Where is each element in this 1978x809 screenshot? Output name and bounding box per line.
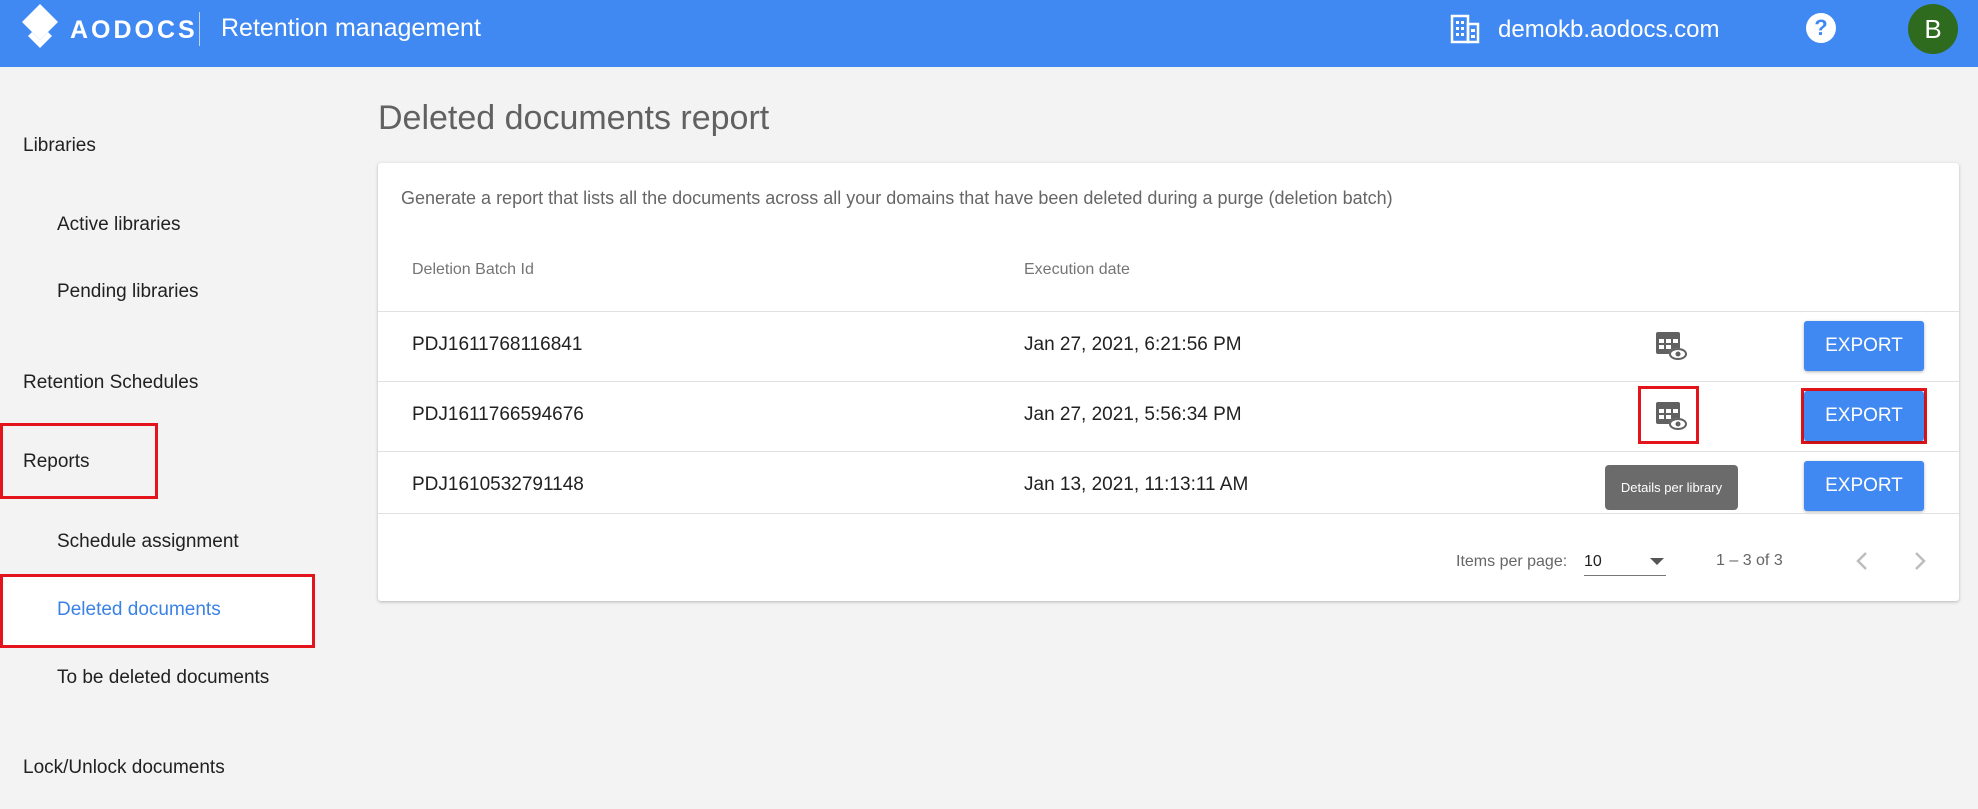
report-description: Generate a report that lists all the doc… [401, 188, 1393, 208]
sidebar-item-schedule-assignment[interactable]: Schedule assignment [57, 531, 239, 553]
page-range-label: 1 – 3 of 3 [1716, 552, 1783, 569]
sidebar-item-lock-unlock-documents[interactable]: Lock/Unlock documents [23, 757, 225, 779]
sidebar-item-active-libraries[interactable]: Active libraries [57, 214, 181, 236]
help-icon[interactable]: ? [1806, 13, 1836, 43]
sidebar-item-reports[interactable]: Reports [23, 451, 90, 473]
app-title: Retention management [221, 14, 481, 42]
domain-name: demokb.aodocs.com [1498, 16, 1720, 43]
chevron-right-icon[interactable] [1904, 546, 1934, 576]
top-app-bar: AODOCS Retention management demokb.aodoc… [0, 0, 1978, 67]
table-eye-icon[interactable] [1654, 329, 1688, 363]
export-button[interactable]: EXPORT [1804, 321, 1924, 371]
paginator: Items per page: 10 1 – 3 of 3 [378, 513, 1959, 601]
page-title: Deleted documents report [378, 99, 770, 137]
sidebar-item-pending-libraries[interactable]: Pending libraries [57, 281, 199, 303]
sidebar: Libraries Active libraries Pending libra… [0, 67, 340, 809]
header-divider [199, 12, 200, 46]
batch-id-cell: PDJ1610532791148 [412, 474, 584, 495]
chevron-left-icon[interactable] [1848, 546, 1878, 576]
execution-date-cell: Jan 27, 2021, 5:56:34 PM [1024, 404, 1242, 425]
batch-id-cell: PDJ1611768116841 [412, 334, 583, 355]
batch-id-cell: PDJ1611766594676 [412, 404, 584, 425]
chevron-down-icon [1650, 558, 1664, 565]
sidebar-item-retention-schedules[interactable]: Retention Schedules [23, 372, 198, 394]
aodocs-logo-icon [22, 4, 58, 48]
table-row: PDJ1611766594676 Jan 27, 2021, 5:56:34 P… [378, 381, 1959, 451]
execution-date-cell: Jan 27, 2021, 6:21:56 PM [1024, 334, 1242, 355]
items-per-page-select[interactable]: 10 [1584, 548, 1666, 576]
export-button[interactable]: EXPORT [1804, 391, 1924, 441]
sidebar-item-to-be-deleted-documents[interactable]: To be deleted documents [57, 667, 269, 689]
user-avatar[interactable]: B [1908, 4, 1958, 54]
table-row: PDJ1611768116841 Jan 27, 2021, 6:21:56 P… [378, 311, 1959, 381]
sidebar-item-libraries[interactable]: Libraries [23, 135, 96, 157]
brand-name: AODOCS [70, 16, 198, 44]
domain-building-icon [1450, 14, 1480, 44]
items-per-page-value: 10 [1584, 553, 1602, 570]
sidebar-item-deleted-documents[interactable]: Deleted documents [57, 599, 221, 621]
table-eye-icon[interactable] [1654, 399, 1688, 433]
details-tooltip: Details per library [1605, 465, 1738, 510]
execution-date-cell: Jan 13, 2021, 11:13:11 AM [1024, 474, 1249, 495]
report-card: Generate a report that lists all the doc… [378, 163, 1959, 601]
export-button[interactable]: EXPORT [1804, 461, 1924, 511]
column-header-execution-date[interactable]: Execution date [1024, 261, 1130, 279]
items-per-page-label: Items per page: [1456, 553, 1568, 570]
column-header-batch-id[interactable]: Deletion Batch Id [412, 261, 534, 279]
